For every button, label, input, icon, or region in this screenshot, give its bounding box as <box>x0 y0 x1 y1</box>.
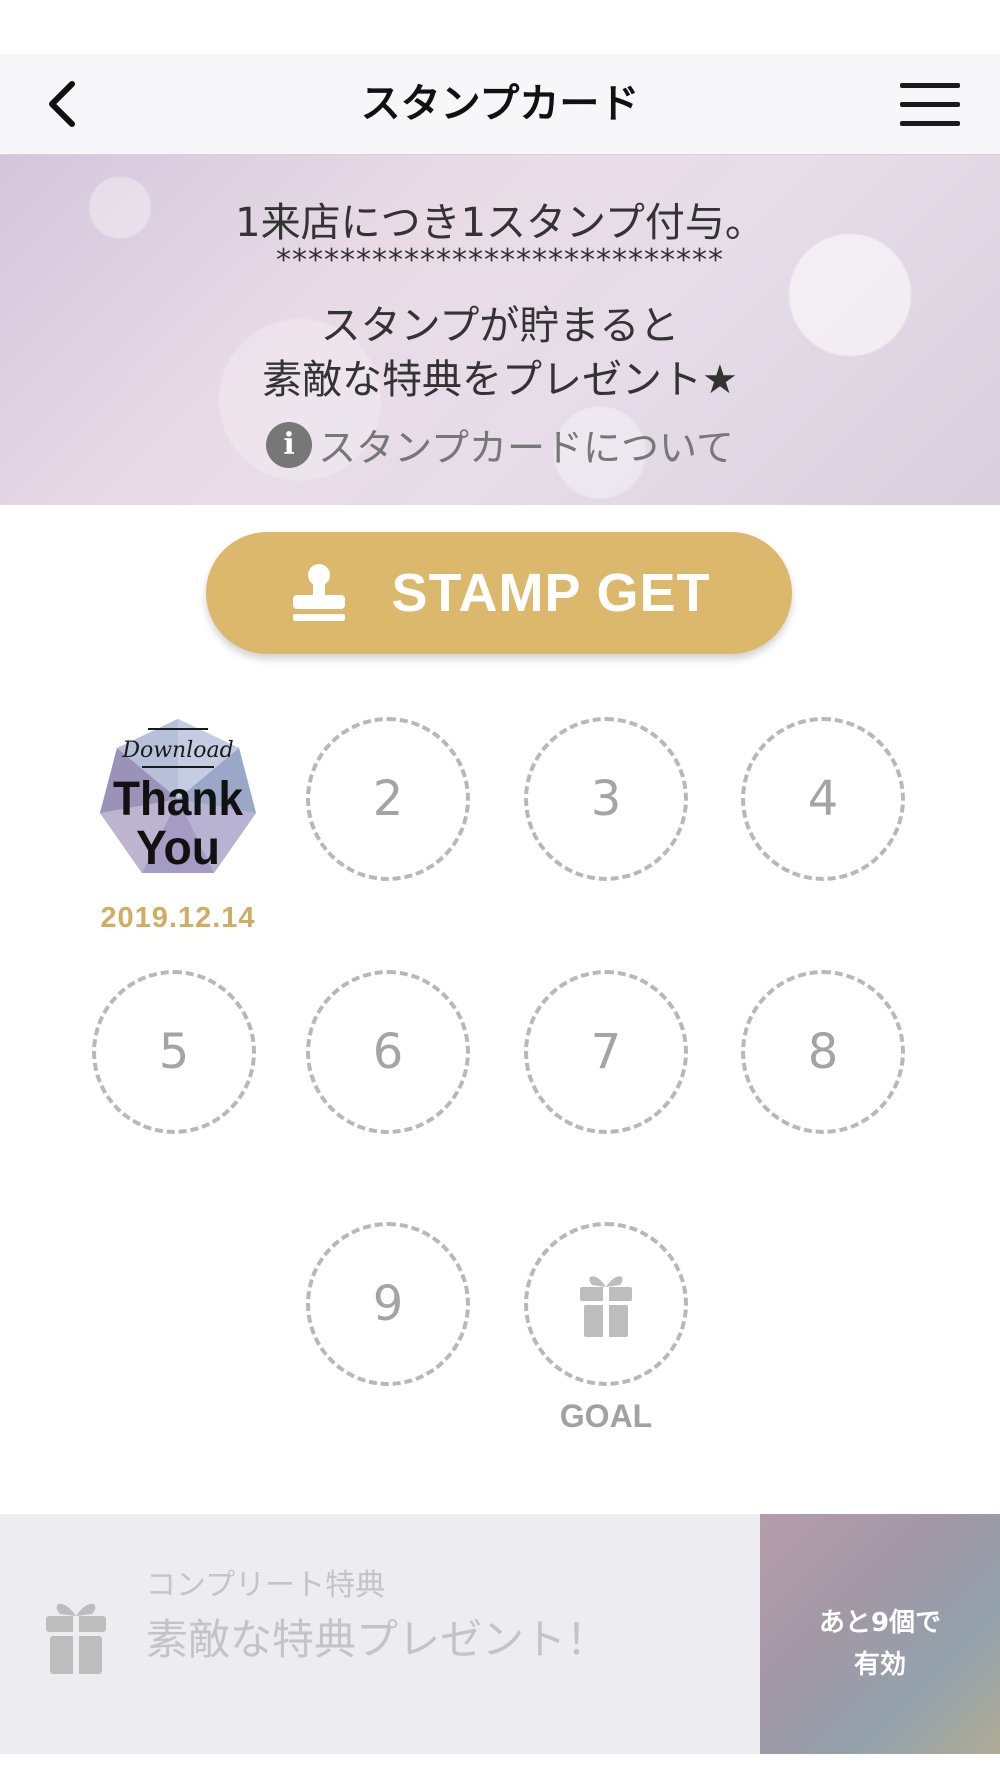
stamp-icon <box>293 564 346 621</box>
remaining-stamps-line2: 有効 <box>853 1650 906 1680</box>
status-bar <box>0 0 1000 54</box>
stamp-badge-you: You <box>136 822 220 875</box>
complete-reward-panel[interactable]: コンプリート特典 素敵な特典プレゼント！ あと9個で 有効 <box>0 1514 1000 1754</box>
stamp-slot-1-stamped: Download Thank You <box>96 717 260 881</box>
hamburger-icon-line <box>900 101 960 107</box>
menu-button[interactable] <box>900 74 960 134</box>
stamp-get-label: STAMP GET <box>391 563 711 623</box>
banner-description-line1: スタンプが貯まると <box>320 303 680 349</box>
hamburger-icon-line <box>900 82 960 88</box>
about-stamp-card-link[interactable]: i スタンプカードについて <box>0 417 1000 472</box>
back-button[interactable] <box>30 72 94 136</box>
complete-reward-caption: コンプリート特典 <box>146 1568 386 1603</box>
stamp-badge-thank: Thank <box>113 773 243 826</box>
header-bar: スタンプカード <box>0 54 1000 155</box>
stamp-slot: 5 <box>92 970 256 1134</box>
stamp-slot: 3 <box>524 717 688 881</box>
banner-description-line2: 素敵な特典をプレゼント★ <box>262 357 738 403</box>
banner-rule-text: 1来店につき1スタンプ付与。 <box>235 200 765 246</box>
stamp-slot: 7 <box>524 970 688 1134</box>
stamp-date: 2019.12.14 <box>100 902 256 934</box>
stamp-slot: 8 <box>741 970 905 1134</box>
chevron-left-icon <box>49 81 75 127</box>
goal-label: GOAL <box>559 1398 653 1434</box>
gift-icon <box>580 1276 632 1337</box>
remaining-stamps-badge: あと9個で 有効 <box>760 1514 1000 1754</box>
banner-separator: **************************** <box>276 243 724 278</box>
stamp-badge-download: Download <box>121 738 233 763</box>
hamburger-icon-line <box>900 120 960 126</box>
remaining-stamps-line1: あと9個で <box>818 1608 942 1638</box>
stamp-slot: 2 <box>306 717 470 881</box>
thank-you-stamp-image: Download Thank You <box>100 719 256 875</box>
about-link-label: スタンプカードについて <box>318 426 734 470</box>
goal-slot <box>524 1222 688 1386</box>
stamp-get-button[interactable]: STAMP GET <box>206 532 792 654</box>
stamp-slot: 4 <box>741 717 905 881</box>
stamp-slot: 9 <box>306 1222 470 1386</box>
stamp-slot: 6 <box>306 970 470 1134</box>
page-title: スタンプカード <box>360 81 640 127</box>
remaining-stamps-text: あと9個で 有効 <box>760 1602 1000 1686</box>
info-icon: i <box>266 421 313 468</box>
info-banner: 1来店につき1スタンプ付与。 *************************… <box>0 155 1000 505</box>
complete-reward-title: 素敵な特典プレゼント！ <box>146 1615 609 1664</box>
gift-icon <box>46 1603 106 1674</box>
